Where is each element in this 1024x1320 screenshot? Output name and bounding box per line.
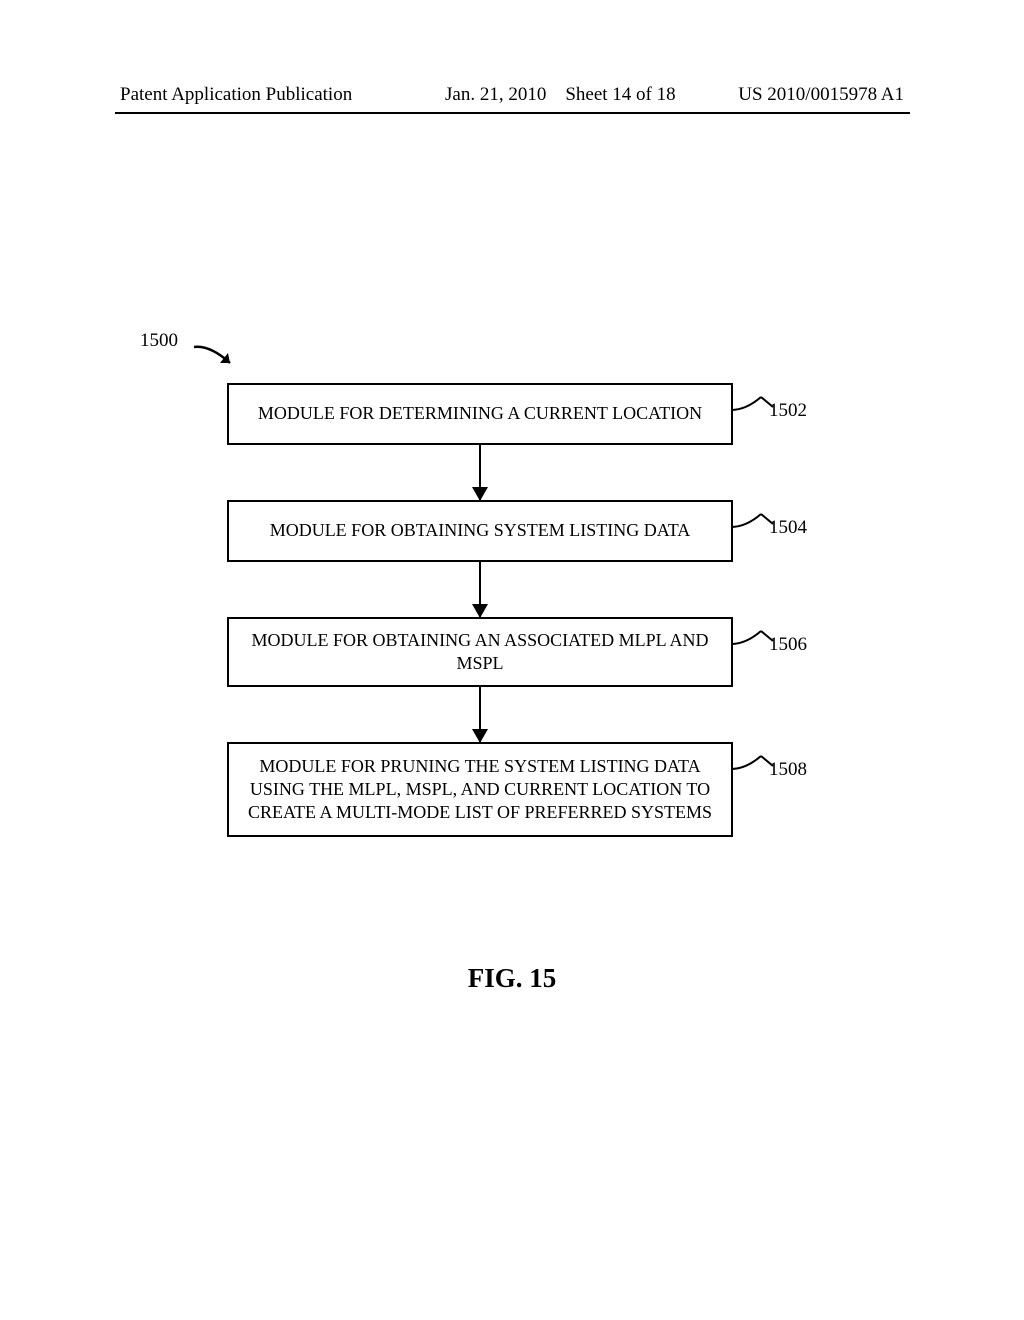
box-label: 1506	[769, 633, 807, 657]
module-box-text: MODULE FOR PRUNING THE SYSTEM LISTING DA…	[237, 755, 723, 824]
box-label: 1502	[769, 399, 807, 423]
diagram-reference-number: 1500	[140, 330, 178, 352]
header-left: Patent Application Publication	[120, 84, 352, 106]
box-label: 1508	[769, 758, 807, 782]
diagram-reference: 1500	[140, 330, 240, 370]
arrow-down-icon	[479, 687, 482, 742]
module-box-text: MODULE FOR OBTAINING AN ASSOCIATED MLPL …	[237, 629, 723, 675]
header-rule	[115, 112, 910, 114]
box-label: 1504	[769, 516, 807, 540]
module-box-1508: MODULE FOR PRUNING THE SYSTEM LISTING DA…	[227, 742, 733, 837]
module-box-text: MODULE FOR DETERMINING A CURRENT LOCATIO…	[258, 402, 702, 425]
header-right: US 2010/0015978 A1	[738, 84, 904, 106]
module-box-1502: MODULE FOR DETERMINING A CURRENT LOCATIO…	[227, 383, 733, 445]
header-middle: Jan. 21, 2010 Sheet 14 of 18	[445, 84, 676, 106]
arrow-down-icon	[479, 445, 482, 500]
module-box-text: MODULE FOR OBTAINING SYSTEM LISTING DATA	[270, 519, 691, 542]
flowchart: MODULE FOR DETERMINING A CURRENT LOCATIO…	[200, 383, 760, 837]
figure-caption: FIG. 15	[0, 963, 1024, 994]
page: Patent Application Publication Jan. 21, …	[0, 0, 1024, 1320]
header-date: Jan. 21, 2010	[445, 84, 546, 105]
header-sheet: Sheet 14 of 18	[565, 84, 675, 105]
module-box-1504: MODULE FOR OBTAINING SYSTEM LISTING DATA…	[227, 500, 733, 562]
arrow-down-icon	[479, 562, 482, 617]
module-box-1506: MODULE FOR OBTAINING AN ASSOCIATED MLPL …	[227, 617, 733, 687]
curved-arrow-icon	[190, 335, 246, 375]
